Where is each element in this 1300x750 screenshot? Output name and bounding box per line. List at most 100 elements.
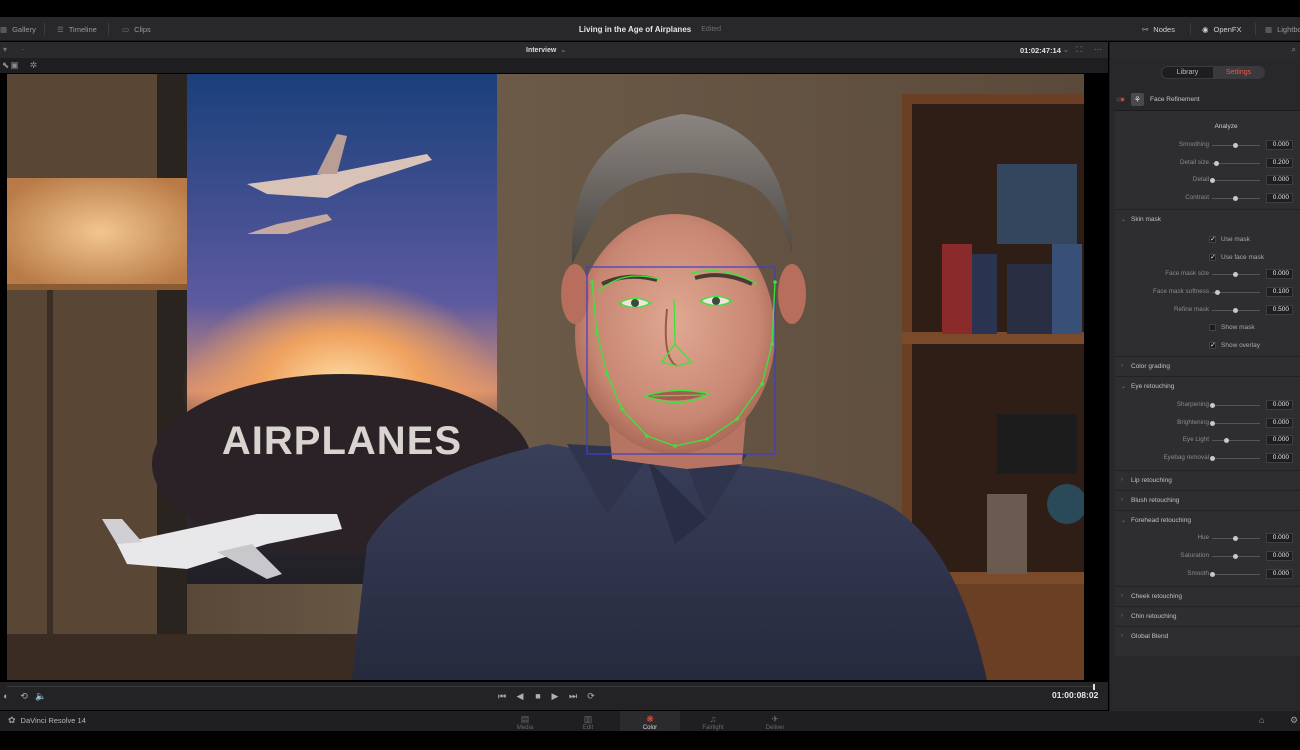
slider-knob[interactable] [1233,554,1238,559]
lightbox-button[interactable]: ▦ Lightbo [1265,17,1300,41]
volume-icon[interactable]: 🔈 [35,690,47,702]
gallery-tab[interactable]: ▦ Gallery [0,17,36,41]
checkbox[interactable] [1209,323,1216,331]
slider-knob[interactable] [1210,572,1215,577]
settings-icon[interactable]: ⚙ [1290,715,1298,726]
section-blush-retouching[interactable]: › Blush retouching [1115,490,1300,509]
checkbox-use-mask[interactable]: ✓ Use mask [1209,233,1289,245]
more-icon[interactable]: · [18,45,28,55]
openfx-button[interactable]: ◉ OpenFX [1202,17,1241,41]
go-to-end-icon[interactable]: ⏭ [567,690,579,702]
color-icon: ❋ [646,714,654,724]
section-color-grading[interactable]: › Color grading [1115,356,1300,375]
param-detail: Detail 0.000 [1115,174,1300,186]
step-back-icon[interactable]: ◀ [514,690,526,702]
value-field[interactable]: 0.200 [1266,158,1293,168]
page-fairlight[interactable]: ♫ Fairlight [688,714,738,731]
slider-track[interactable] [1212,405,1260,406]
checkbox-show-overlay[interactable]: ✓ Show overlay [1209,339,1289,351]
slider-knob[interactable] [1214,290,1220,295]
clip-selector[interactable]: Interview ⌄ [526,42,566,58]
value-field[interactable]: 0.000 [1266,175,1293,185]
section-forehead-retouching[interactable]: ⌄ Forehead retouching [1115,510,1300,529]
effect-enable-toggle[interactable] [1116,96,1125,102]
chevron-right-icon: › [1121,593,1123,599]
section-eye-retouching[interactable]: ⌄ Eye retouching [1115,376,1300,395]
zoom-dropdown-icon[interactable]: ▾ [0,45,10,55]
slider-track[interactable] [1212,163,1260,164]
sparkle-icon[interactable]: ✲ [28,60,39,71]
home-icon[interactable]: ⌂ [1259,715,1264,725]
slider-knob[interactable] [1233,272,1238,277]
scrubber-track[interactable] [7,686,1095,687]
value-field[interactable]: 0.000 [1266,140,1293,150]
checkbox-label: Show mask [1221,323,1255,331]
go-to-start-icon[interactable]: ⏮ [496,690,508,702]
viewer-mode-icon[interactable]: ◐ [0,690,12,702]
slider-track[interactable] [1212,180,1260,181]
highlight-icon[interactable]: ▣ [9,60,20,71]
page-label: Edit [582,725,594,731]
clips-tab[interactable]: ▭ Clips [122,17,151,41]
value-field[interactable]: 0.000 [1266,418,1293,428]
project-title-area: Living in the Age of Airplanes Edited [0,17,1300,41]
value-field[interactable]: 0.000 [1266,569,1293,579]
checkbox[interactable]: ✓ [1209,235,1216,243]
slider-knob[interactable] [1233,196,1238,201]
value-field[interactable]: 0.000 [1266,400,1293,410]
fullscreen-icon[interactable]: ⛶ [1074,45,1084,55]
video-viewer[interactable]: AIRPLANES [7,74,1084,680]
param-label: Saturation [1180,552,1209,559]
checkbox-show-mask[interactable]: Show mask [1209,321,1289,333]
value-field[interactable]: 0.000 [1266,453,1293,463]
value-field[interactable]: 0.500 [1266,305,1293,315]
slider-knob[interactable] [1210,421,1215,426]
nodes-button[interactable]: ⚯ Nodes [1142,17,1175,41]
slider-knob[interactable] [1210,403,1215,408]
edit-icon: ▥ [583,714,593,724]
chevron-down-icon[interactable]: ⌄ [1061,45,1071,55]
checkbox[interactable]: ✓ [1209,253,1216,261]
slider-knob[interactable] [1233,536,1238,541]
stop-icon[interactable]: ■ [532,690,544,702]
section-global-blend[interactable]: › Global Blend [1115,626,1300,645]
analyze-button[interactable]: Analyze [1209,121,1243,132]
tab-library[interactable]: Library [1162,67,1213,78]
section-skin-mask[interactable]: ⌄ Skin mask [1115,209,1300,228]
slider-track[interactable] [1212,458,1260,459]
page-media[interactable]: ▤ Media [500,714,550,731]
checkbox-use-face-mask[interactable]: ✓ Use face mask [1209,251,1289,263]
section-chin-retouching[interactable]: › Chin retouching [1115,606,1300,625]
value-field[interactable]: 0.000 [1266,533,1293,543]
section-title: Skin mask [1131,215,1161,223]
tab-settings[interactable]: Settings [1213,67,1264,78]
slider-knob[interactable] [1223,438,1229,443]
section-cheek-retouching[interactable]: › Cheek retouching [1115,586,1300,605]
search-icon[interactable]: ⌕ [1292,45,1296,55]
checkbox[interactable]: ✓ [1209,341,1216,349]
loop-icon[interactable]: ⟳ [585,690,597,702]
loop-mode-icon[interactable]: ⟲ [18,690,30,702]
slider-track[interactable] [1212,440,1260,441]
slider-knob[interactable] [1233,143,1238,148]
slider-knob[interactable] [1210,456,1215,461]
options-icon[interactable]: ⋯ [1093,45,1103,55]
davinci-logo-icon: ✿ [8,715,16,725]
page-color[interactable]: ❋ Color [625,714,675,731]
section-lip-retouching[interactable]: › Lip retouching [1115,470,1300,489]
play-icon[interactable]: ▶ [549,690,561,702]
page-edit[interactable]: ▥ Edit [563,714,613,731]
value-field[interactable]: 0.100 [1266,287,1293,297]
value-field[interactable]: 0.000 [1266,551,1293,561]
slider-knob[interactable] [1213,161,1219,166]
value-field[interactable]: 0.000 [1266,269,1293,279]
slider-track[interactable] [1212,574,1260,575]
value-field[interactable]: 0.000 [1266,435,1293,445]
slider-knob[interactable] [1233,308,1238,313]
slider-knob[interactable] [1210,178,1215,183]
timeline-label: Timeline [68,24,97,34]
page-deliver[interactable]: ✈ Deliver [750,714,800,731]
timeline-tab[interactable]: ☰ Timeline [57,17,97,41]
value-field[interactable]: 0.000 [1266,193,1293,203]
slider-track[interactable] [1212,423,1260,424]
